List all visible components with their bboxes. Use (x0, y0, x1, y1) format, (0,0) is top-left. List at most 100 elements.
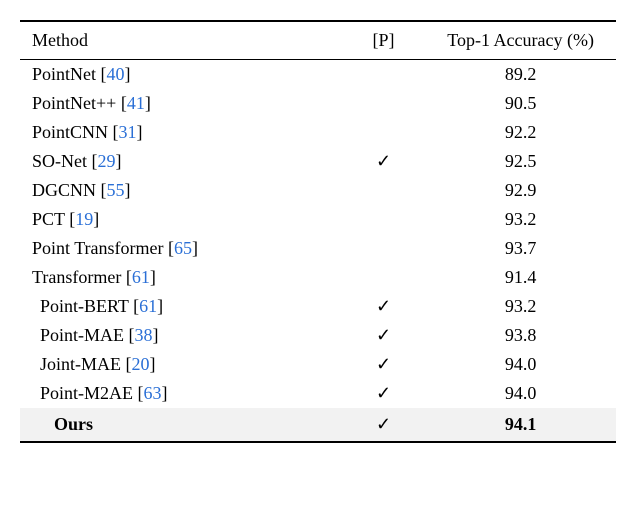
method-name: PCT (32, 209, 65, 229)
cite-close: ] (162, 383, 168, 403)
cite-close: ] (192, 238, 198, 258)
cite-close: ] (93, 209, 99, 229)
method-name: Transformer (32, 267, 121, 287)
header-row: Method [P] Top-1 Accuracy (%) (20, 21, 616, 60)
p-cell (342, 263, 425, 292)
cite-open: [ (124, 325, 135, 345)
cite-close: ] (153, 325, 159, 345)
method-name: Point-M2AE (40, 383, 133, 403)
citation-link[interactable]: 19 (75, 209, 93, 229)
acc-cell: 92.2 (425, 118, 616, 147)
acc-cell: 93.2 (425, 205, 616, 234)
citation-link[interactable]: 61 (132, 267, 150, 287)
acc-cell: 93.8 (425, 321, 616, 350)
table-row: PointNet++ [41] 90.5 (20, 89, 616, 118)
method-cell: Point-MAE [38] (20, 321, 342, 350)
citation-link[interactable]: 29 (98, 151, 116, 171)
p-cell: ✓ (342, 292, 425, 321)
method-cell: PointNet++ [41] (20, 89, 342, 118)
acc-cell: 89.2 (425, 60, 616, 90)
method-cell: PointNet [40] (20, 60, 342, 90)
method-name: Joint-MAE (40, 354, 121, 374)
p-cell (342, 234, 425, 263)
citation-link[interactable]: 63 (144, 383, 162, 403)
table-row: PointCNN [31] 92.2 (20, 118, 616, 147)
method-cell: DGCNN [55] (20, 176, 342, 205)
cite-open: [ (116, 93, 127, 113)
citation-link[interactable]: 38 (135, 325, 153, 345)
citation-link[interactable]: 61 (139, 296, 157, 316)
method-name: DGCNN (32, 180, 96, 200)
table-row: SO-Net [29] ✓ 92.5 (20, 147, 616, 176)
cite-close: ] (145, 93, 151, 113)
citation-link[interactable]: 40 (107, 64, 125, 84)
citation-link[interactable]: 31 (119, 122, 137, 142)
table-row: PCT [19] 93.2 (20, 205, 616, 234)
method-cell: Point-BERT [61] (20, 292, 342, 321)
table-row: Transformer [61] 91.4 (20, 263, 616, 292)
cite-close: ] (125, 180, 131, 200)
table-row: Point-BERT [61] ✓ 93.2 (20, 292, 616, 321)
cite-close: ] (150, 267, 156, 287)
cite-open: [ (96, 180, 107, 200)
citation-link[interactable]: 55 (107, 180, 125, 200)
acc-cell: 93.2 (425, 292, 616, 321)
cite-open: [ (133, 383, 144, 403)
cite-open: [ (164, 238, 175, 258)
cite-open: [ (108, 122, 119, 142)
method-name: PointNet (32, 64, 96, 84)
acc-cell: 94.1 (425, 408, 616, 442)
acc-cell: 92.9 (425, 176, 616, 205)
header-method: Method (20, 21, 342, 60)
table-row: Point-M2AE [63] ✓ 94.0 (20, 379, 616, 408)
method-name: Point-BERT (40, 296, 129, 316)
method-name: Point Transformer (32, 238, 164, 258)
cite-open: [ (87, 151, 98, 171)
p-cell: ✓ (342, 379, 425, 408)
citation-link[interactable]: 20 (132, 354, 150, 374)
method-cell: PointCNN [31] (20, 118, 342, 147)
method-name: Ours (54, 414, 93, 434)
method-name: PointCNN (32, 122, 108, 142)
table-row-ours: Ours ✓ 94.1 (20, 408, 616, 442)
p-cell (342, 60, 425, 90)
acc-cell: 92.5 (425, 147, 616, 176)
p-cell: ✓ (342, 350, 425, 379)
table-row: PointNet [40] 89.2 (20, 60, 616, 90)
acc-cell: 91.4 (425, 263, 616, 292)
cite-open: [ (121, 354, 132, 374)
method-name: PointNet++ (32, 93, 116, 113)
cite-open: [ (96, 64, 107, 84)
method-cell: PCT [19] (20, 205, 342, 234)
acc-cell: 90.5 (425, 89, 616, 118)
acc-cell: 94.0 (425, 350, 616, 379)
cite-close: ] (150, 354, 156, 374)
method-cell: Transformer [61] (20, 263, 342, 292)
method-name: Point-MAE (40, 325, 124, 345)
table-row: DGCNN [55] 92.9 (20, 176, 616, 205)
cite-close: ] (116, 151, 122, 171)
table-row: Joint-MAE [20] ✓ 94.0 (20, 350, 616, 379)
p-cell (342, 89, 425, 118)
method-cell: Point Transformer [65] (20, 234, 342, 263)
p-cell: ✓ (342, 408, 425, 442)
p-cell: ✓ (342, 321, 425, 350)
citation-link[interactable]: 41 (127, 93, 145, 113)
cite-open: [ (65, 209, 76, 229)
table-row: Point Transformer [65] 93.7 (20, 234, 616, 263)
cite-open: [ (129, 296, 140, 316)
cite-open: [ (121, 267, 132, 287)
p-cell (342, 176, 425, 205)
cite-close: ] (125, 64, 131, 84)
results-table-wrapper: Method [P] Top-1 Accuracy (%) PointNet [… (20, 20, 616, 443)
header-p: [P] (342, 21, 425, 60)
cite-close: ] (137, 122, 143, 142)
cite-close: ] (157, 296, 163, 316)
method-cell: Ours (20, 408, 342, 442)
acc-cell: 93.7 (425, 234, 616, 263)
p-cell (342, 205, 425, 234)
citation-link[interactable]: 65 (174, 238, 192, 258)
table-row: Point-MAE [38] ✓ 93.8 (20, 321, 616, 350)
acc-cell: 94.0 (425, 379, 616, 408)
p-cell: ✓ (342, 147, 425, 176)
